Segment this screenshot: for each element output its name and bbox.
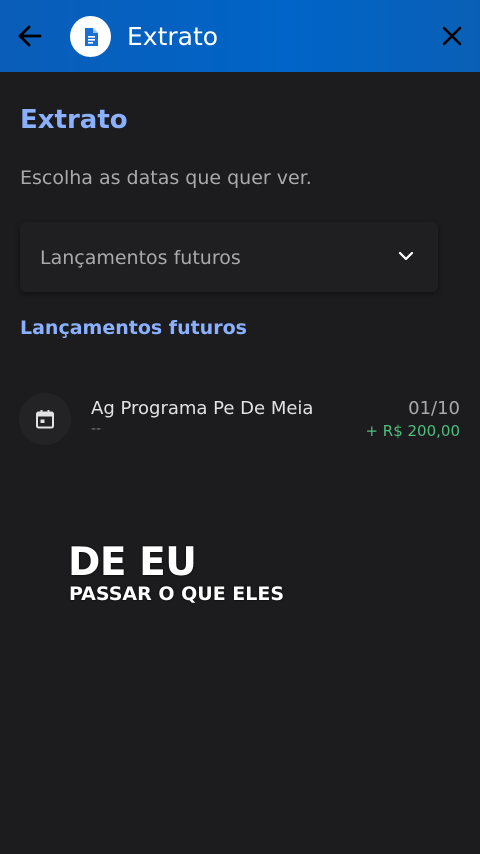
calendar-icon (19, 393, 71, 445)
entry-subtitle: -- (91, 421, 102, 437)
back-button[interactable] (12, 18, 48, 54)
overlay-caption-line1: DE EU (68, 540, 197, 585)
page-title: Extrato (20, 105, 128, 135)
close-icon (442, 26, 462, 46)
period-select[interactable]: Lançamentos futuros (20, 222, 438, 292)
chevron-down-icon (398, 251, 414, 261)
entry-title: Ag Programa Pe De Meia (91, 398, 314, 419)
arrow-left-icon (18, 25, 42, 47)
entry-amount: + R$ 200,00 (365, 422, 460, 440)
document-icon (70, 16, 111, 57)
entry-date: 01/10 (408, 398, 460, 419)
page-subtitle: Escolha as datas que quer ver. (20, 167, 312, 189)
screen: Extrato Extrato Escolha as datas que que… (0, 0, 480, 854)
app-bar-title: Extrato (127, 22, 219, 51)
period-select-value: Lançamentos futuros (40, 247, 241, 269)
close-button[interactable] (436, 20, 468, 52)
list-item[interactable]: Ag Programa Pe De Meia -- 01/10 + R$ 200… (0, 385, 480, 451)
overlay-caption-line2: PASSAR O QUE ELES (69, 583, 285, 605)
top-app-bar: Extrato (0, 0, 480, 72)
section-heading: Lançamentos futuros (20, 317, 247, 339)
